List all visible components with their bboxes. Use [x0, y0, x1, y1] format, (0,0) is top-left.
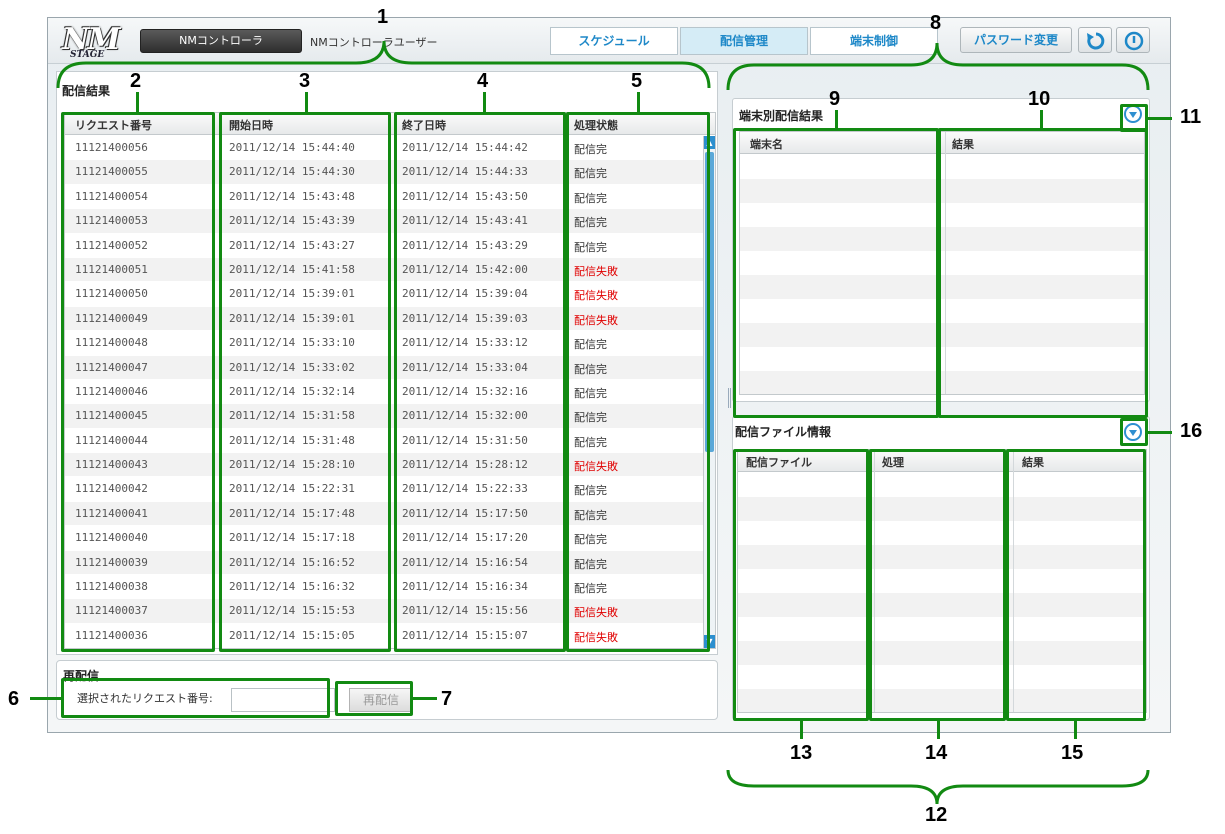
annotation-line-16: [1148, 431, 1172, 434]
callout-9: 9: [829, 88, 841, 110]
terminal-results-title: 端末別配信結果: [739, 109, 824, 123]
annotation-line-9: [835, 110, 838, 128]
annotation-line-5: [637, 92, 640, 112]
annotation-line-2: [136, 92, 139, 112]
annotation-line-4: [483, 92, 486, 112]
callout-13: 13: [790, 742, 813, 764]
annotation-box-16: [1120, 418, 1148, 446]
callout-11: 11: [1180, 106, 1202, 128]
annotation-line-6: [30, 697, 61, 700]
callout-7: 7: [441, 688, 453, 710]
callout-3: 3: [299, 70, 311, 92]
annotation-box-3: [219, 112, 391, 652]
annotation-line-10: [1040, 110, 1043, 128]
annotation-box-14: [869, 449, 1006, 721]
annotation-box-7: [335, 681, 413, 716]
callout-16: 16: [1180, 420, 1203, 442]
annotation-line-7: [413, 697, 437, 700]
callout-6: 6: [8, 688, 20, 710]
annotation-box-13: [733, 449, 869, 721]
annotation-line-14: [937, 721, 940, 739]
annotation-box-9: [733, 128, 939, 418]
callout-2: 2: [130, 70, 142, 92]
annotation-box-6: [61, 678, 330, 718]
callout-4: 4: [477, 70, 489, 92]
callout-8: 8: [930, 12, 942, 34]
file-info-title: 配信ファイル情報: [735, 425, 832, 439]
annotation-box-11: [1120, 104, 1148, 132]
annotation-box-4: [394, 112, 566, 652]
annotation-line-11: [1148, 117, 1172, 120]
callout-14: 14: [925, 742, 948, 764]
annotation-box-5: [566, 112, 710, 652]
annotation-brace-8: [726, 42, 1150, 91]
callout-15: 15: [1061, 742, 1084, 764]
callout-10: 10: [1028, 88, 1051, 110]
annotation-line-3: [305, 92, 308, 112]
annotation-brace-1: [56, 40, 711, 89]
annotation-line-15: [1074, 721, 1077, 739]
callout-12: 12: [925, 804, 948, 826]
annotation-brace-12: [726, 769, 1150, 805]
panel-splitter[interactable]: [728, 388, 731, 408]
callout-1: 1: [377, 6, 389, 28]
annotation-box-15: [1006, 449, 1146, 721]
callout-5: 5: [631, 70, 643, 92]
annotation-box-2: [61, 112, 215, 652]
annotation-box-10: [938, 128, 1148, 418]
annotation-line-13: [800, 721, 803, 739]
